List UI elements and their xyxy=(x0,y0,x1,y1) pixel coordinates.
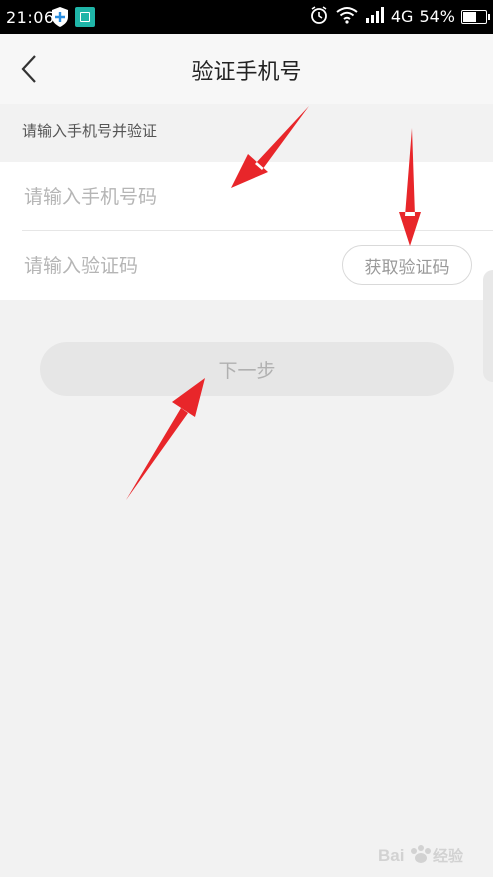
next-step-button[interactable]: 下一步 xyxy=(40,342,454,396)
navigation-bar: 验证手机号 xyxy=(0,34,493,104)
shield-icon xyxy=(50,6,70,32)
screenshot-app-icon xyxy=(75,7,95,27)
network-type: 4G xyxy=(390,7,414,26)
signal-icon xyxy=(365,6,385,28)
alarm-icon xyxy=(309,5,329,29)
status-right-group: 4G 54% xyxy=(309,5,490,29)
svg-text:经验: 经验 xyxy=(433,847,464,865)
battery-icon xyxy=(461,10,490,24)
verification-form: 获取验证码 xyxy=(0,162,493,300)
get-code-button[interactable]: 获取验证码 xyxy=(342,245,472,285)
wifi-icon xyxy=(335,5,359,29)
code-row: 获取验证码 xyxy=(0,231,493,299)
annotation-arrow-icon xyxy=(126,378,205,500)
battery-percent: 54% xyxy=(419,7,455,26)
battery-level xyxy=(463,12,476,22)
status-bar: 21:06 4G 54% xyxy=(0,0,493,34)
phone-number-input[interactable] xyxy=(22,176,326,218)
svg-text:Bai: Bai xyxy=(378,846,404,865)
instruction-text: 请输入手机号并验证 xyxy=(22,122,158,140)
status-time: 21:06 xyxy=(6,8,55,27)
watermark-logo: Bai 经验 xyxy=(378,842,478,872)
verification-code-input[interactable] xyxy=(22,245,326,287)
floating-side-handle[interactable] xyxy=(483,270,493,382)
phone-row xyxy=(0,162,493,231)
page-title: 验证手机号 xyxy=(191,60,302,85)
